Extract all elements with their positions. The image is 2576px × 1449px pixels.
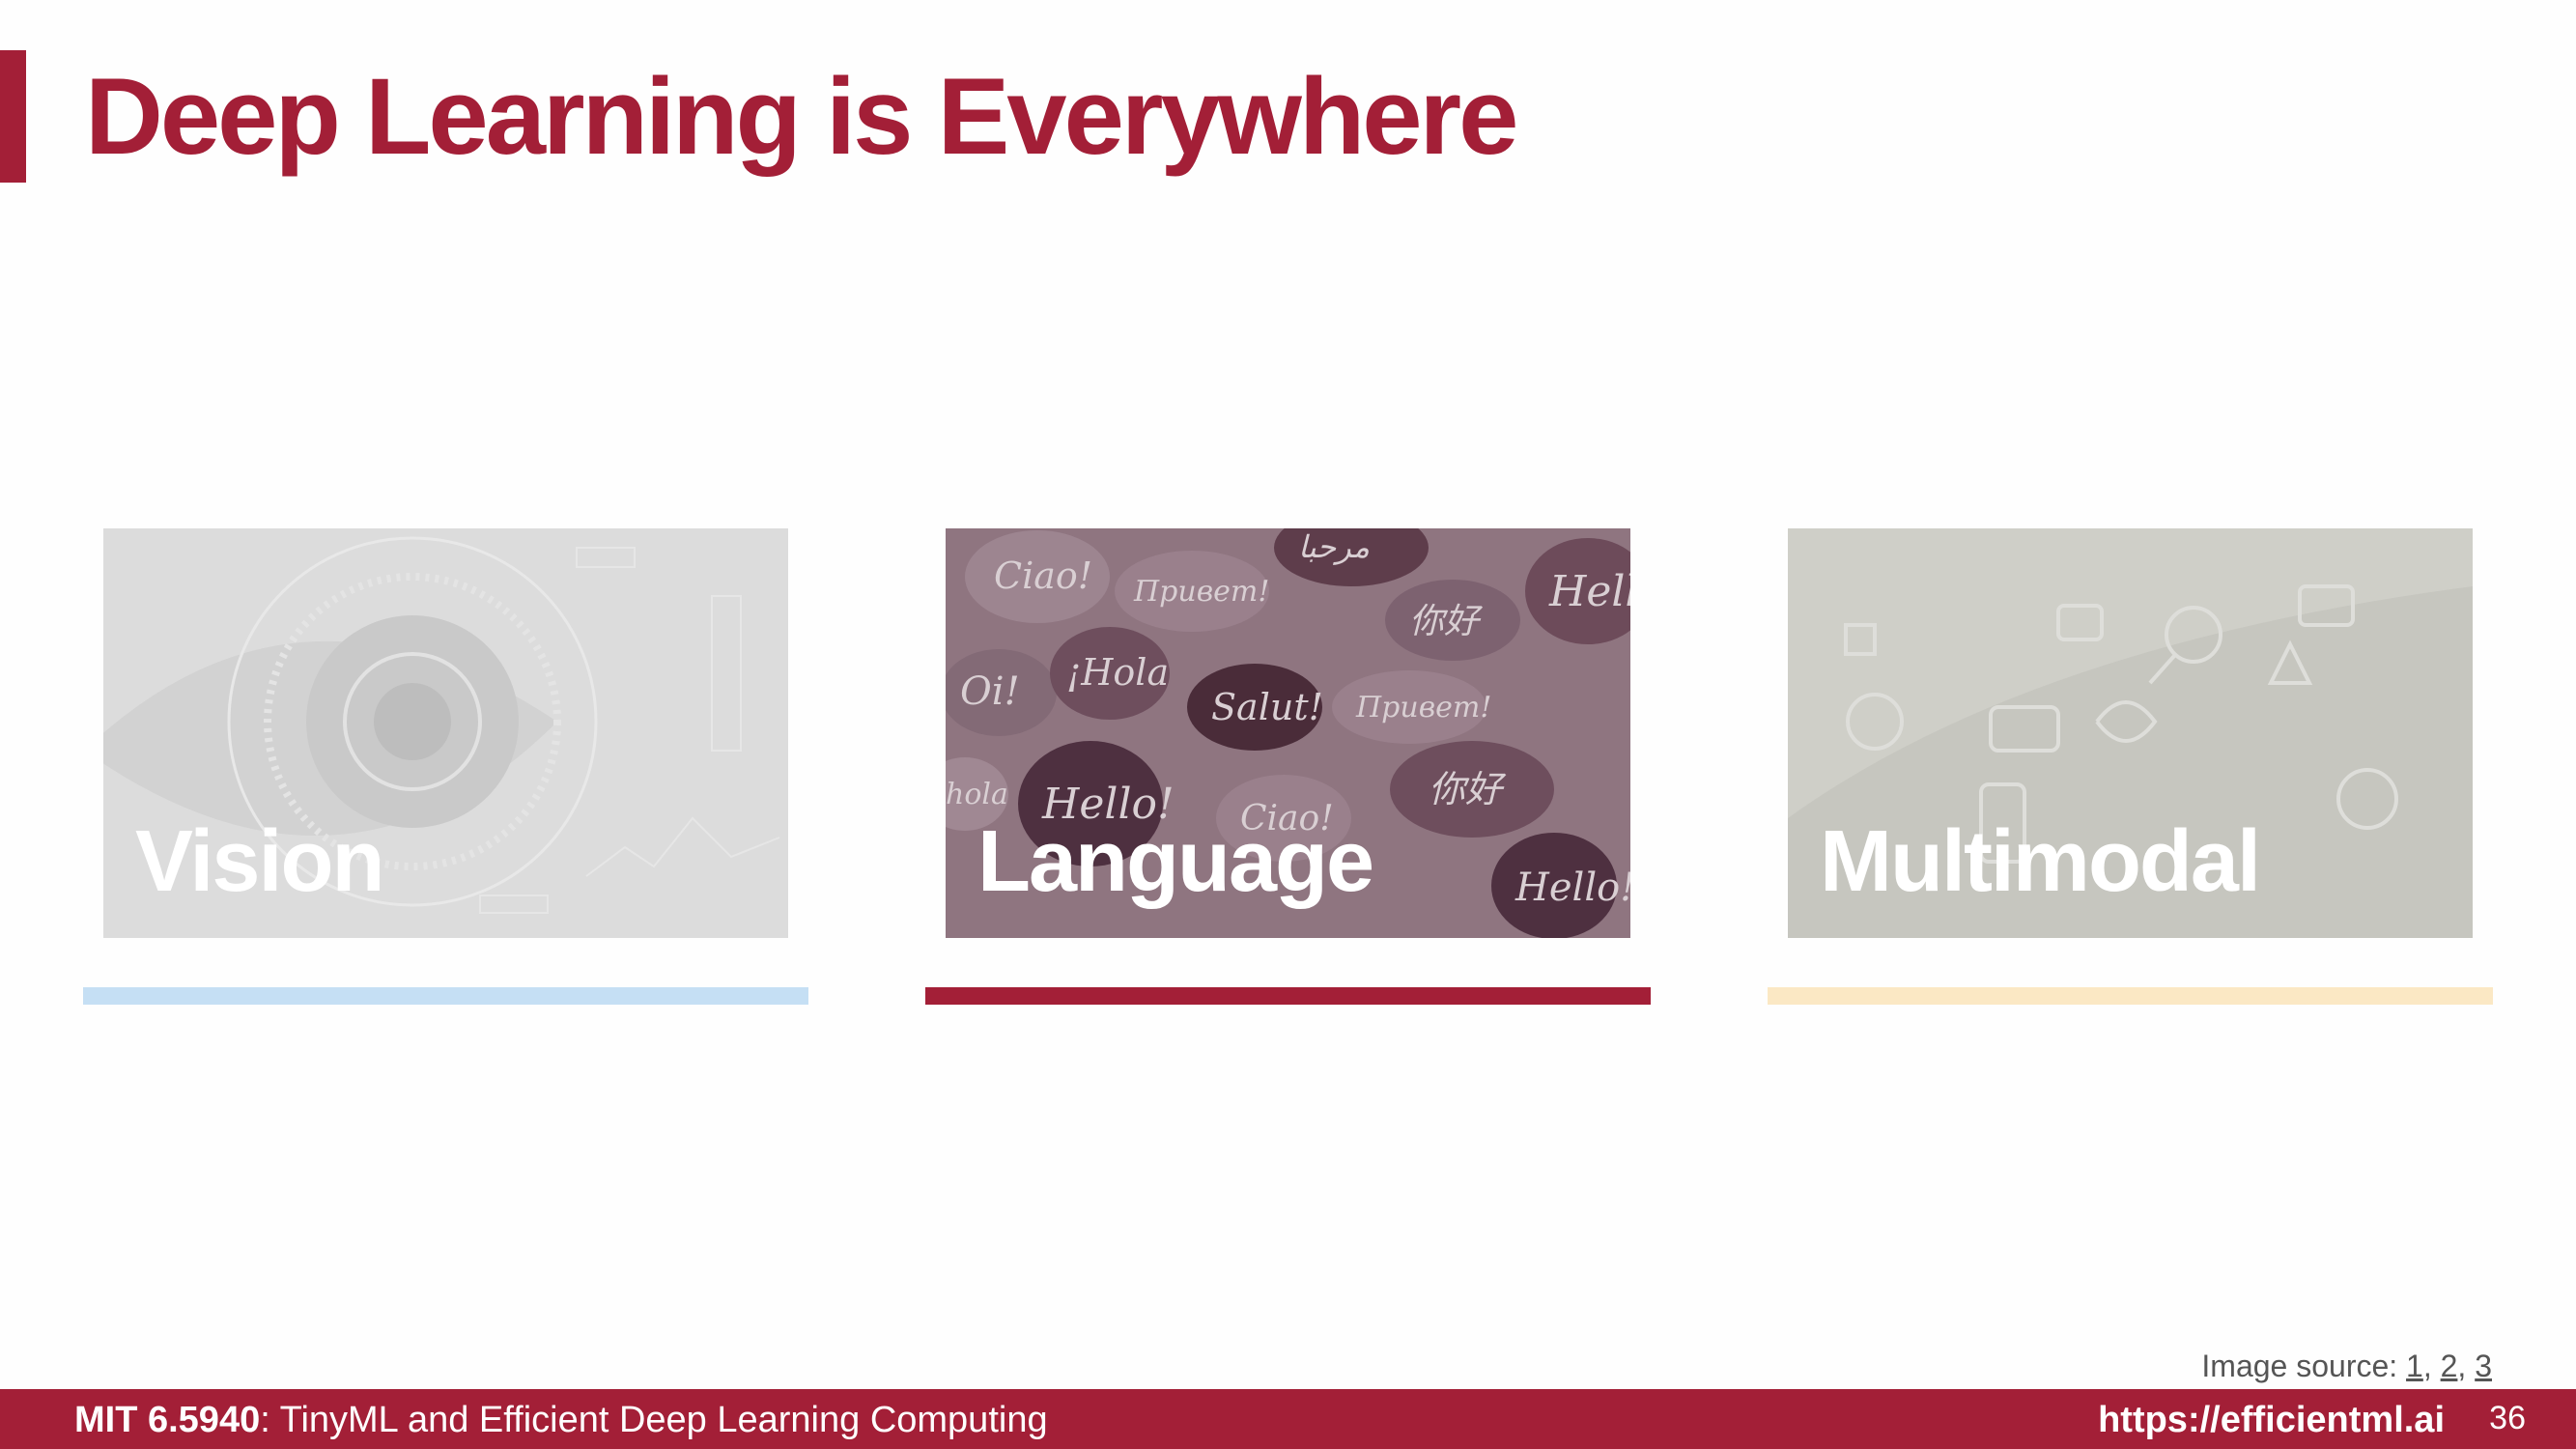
bubble-text: مرحبا bbox=[1298, 528, 1370, 565]
bubble-text: Salut! bbox=[1211, 686, 1323, 728]
language-underline bbox=[925, 987, 1651, 1005]
bubble-text: Hello! bbox=[1514, 866, 1630, 910]
vision-card: Vision bbox=[103, 528, 788, 938]
title-accent-bar bbox=[0, 50, 26, 183]
image-source-note: Image source: 1, 2, 3 bbox=[2201, 1349, 2492, 1383]
footer-bar: MIT 6.5940: TinyML and Efficient Deep Le… bbox=[0, 1389, 2576, 1449]
image-source-prefix: Image source: bbox=[2201, 1349, 2407, 1383]
course-title: MIT 6.5940: TinyML and Efficient Deep Le… bbox=[74, 1400, 1048, 1441]
bubble-text: Привет! bbox=[1133, 575, 1269, 609]
image-source-link-2[interactable]: 2 bbox=[2441, 1349, 2458, 1383]
page-number: 36 bbox=[2489, 1400, 2526, 1436]
bubble-text: ¡Hola bbox=[1066, 651, 1169, 694]
multimodal-card: Multimodal bbox=[1788, 528, 2473, 938]
bubble-text: Ciao! bbox=[994, 554, 1092, 597]
course-code: MIT 6.5940 bbox=[74, 1400, 261, 1440]
course-name: : TinyML and Efficient Deep Learning Com… bbox=[260, 1400, 1048, 1440]
vision-label: Vision bbox=[135, 813, 384, 910]
vision-underline bbox=[83, 987, 808, 1005]
bubble-text: Hell bbox=[1548, 567, 1630, 616]
bubble-text: Привет! bbox=[1355, 691, 1491, 724]
course-url[interactable]: https://efficientml.ai bbox=[2098, 1400, 2445, 1441]
multimodal-label: Multimodal bbox=[1820, 813, 2261, 910]
language-label: Language bbox=[977, 813, 1374, 910]
slide-title: Deep Learning is Everywhere bbox=[85, 56, 1518, 177]
bubble-text: 你好 bbox=[1409, 602, 1484, 641]
bubble-text: 你好 bbox=[1429, 768, 1507, 810]
multimodal-underline bbox=[1768, 987, 2493, 1005]
bubble-text: hola bbox=[946, 778, 1008, 811]
image-source-link-1[interactable]: 1 bbox=[2406, 1349, 2423, 1383]
bubble-text: Oi! bbox=[960, 669, 1020, 714]
image-source-link-3[interactable]: 3 bbox=[2475, 1349, 2492, 1383]
language-card: Ciao! Привет! مرحبا Hell Oi! ¡Hola Salut… bbox=[946, 528, 1630, 938]
